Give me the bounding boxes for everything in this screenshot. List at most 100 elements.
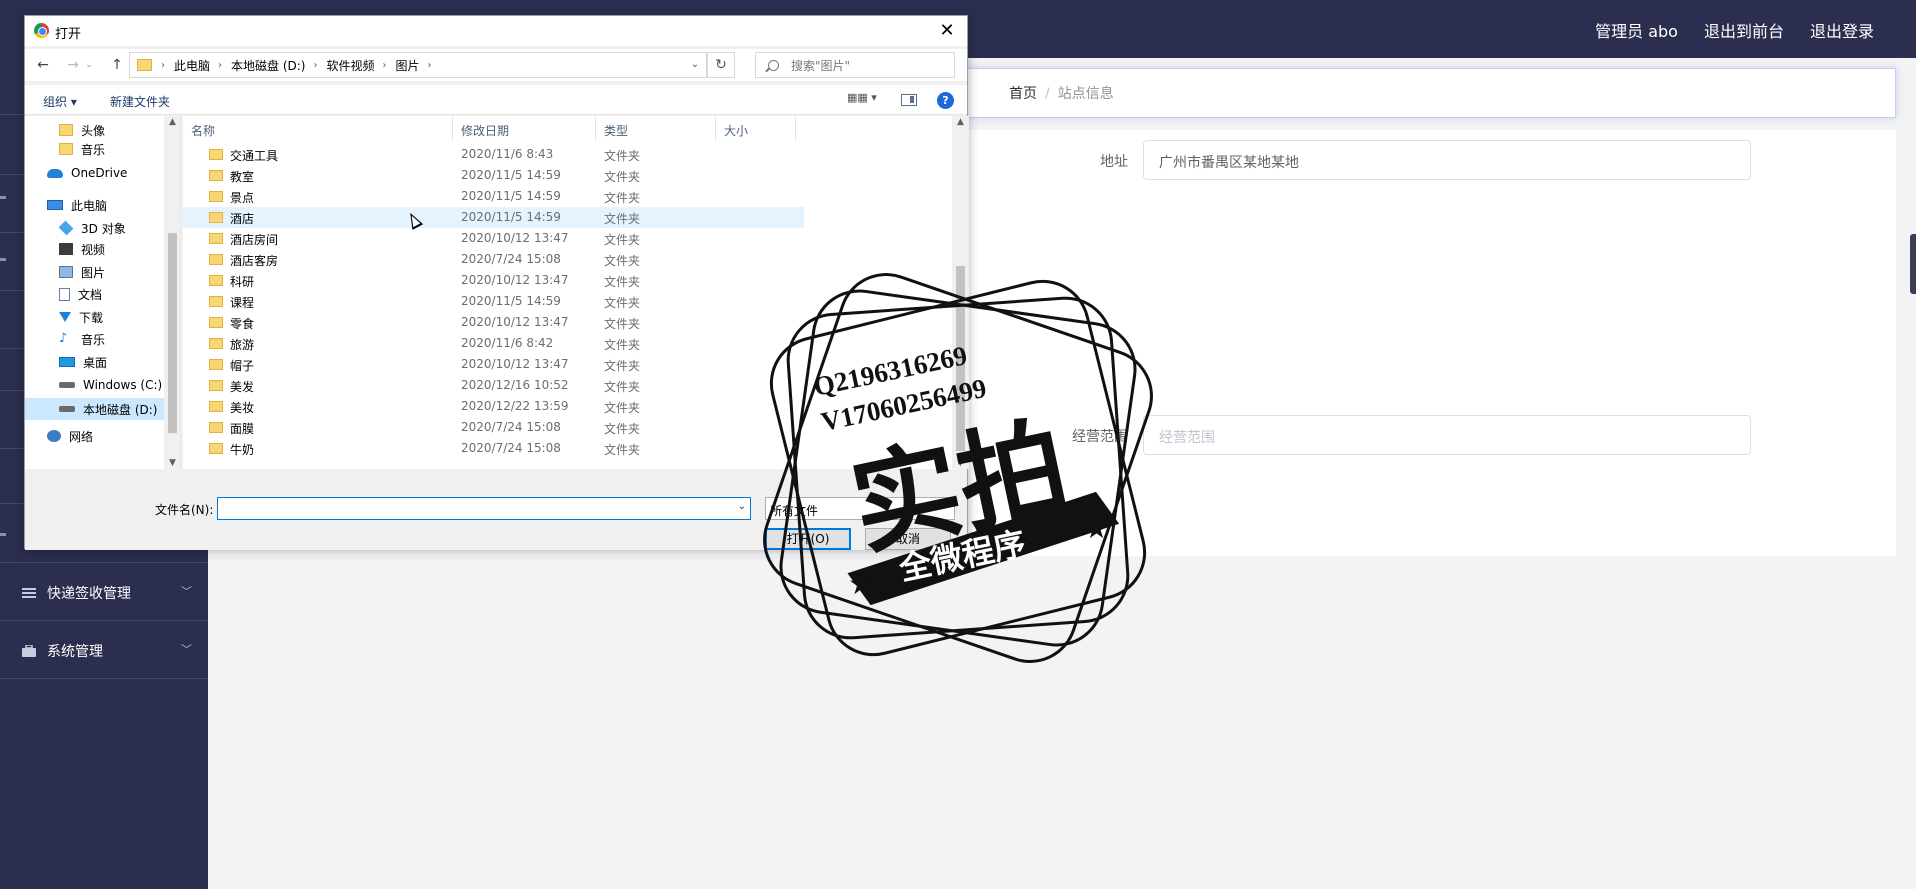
up-arrow-icon[interactable]: ↑ xyxy=(107,54,127,76)
nav-item-label: 桌面 xyxy=(83,355,108,370)
folder-icon xyxy=(59,124,73,136)
column-header-type[interactable]: 类型 xyxy=(596,116,716,141)
nav-item-label: 网络 xyxy=(69,429,94,444)
table-row[interactable]: 牛奶 2020/7/24 15:08 文件夹 xyxy=(183,438,804,459)
column-header-size[interactable]: 大小 xyxy=(716,116,796,141)
sidebar-item-nav[interactable]: 此电脑 xyxy=(25,194,165,216)
breadcrumb-home[interactable]: 首页 xyxy=(1009,86,1037,102)
sidebar-item-nav[interactable]: 网络 xyxy=(25,425,165,447)
scope-input[interactable]: 经营范围 xyxy=(1143,415,1751,455)
breadcrumb-separator: / xyxy=(1045,86,1050,102)
table-row[interactable]: 美妆 2020/12/22 13:59 文件夹 xyxy=(183,396,804,417)
sidebar-item-nav[interactable]: 文档 xyxy=(25,283,165,305)
open-button[interactable]: 打开(O) xyxy=(765,528,851,550)
path-segment[interactable]: 图片 xyxy=(396,57,420,74)
table-row[interactable]: 面膜 2020/7/24 15:08 文件夹 xyxy=(183,417,804,438)
sidebar-item-nav[interactable]: 本地磁盘 (D:) xyxy=(25,398,165,420)
sidebar-item-express-signing[interactable]: 快递签收管理 ﹀ xyxy=(22,581,192,605)
dialog-toolbar: 组织 ▾ 新建文件夹 ▦▦ ▾ ? xyxy=(25,85,967,115)
path-segment[interactable]: 软件视频 xyxy=(326,57,374,74)
file-name: 酒店 xyxy=(230,212,255,226)
sidebar-item-nav[interactable]: ♪ 音乐 xyxy=(25,328,165,350)
table-row[interactable]: 美发 2020/12/16 10:52 文件夹 xyxy=(183,375,804,396)
sidebar-divider xyxy=(0,678,208,679)
sidebar-collapsed-marker xyxy=(0,533,6,536)
sidebar-item-system[interactable]: 系统管理 ﹀ xyxy=(22,639,192,663)
table-row[interactable]: 酒店 2020/11/5 14:59 文件夹 xyxy=(183,207,804,228)
sidebar-item-nav[interactable]: 下载 xyxy=(25,306,165,328)
view-options-icon[interactable]: ▦▦ ▾ xyxy=(847,91,885,109)
nav-scrollbar[interactable]: ▲ ▼ xyxy=(164,116,180,469)
scroll-thumb[interactable] xyxy=(168,233,177,433)
table-row[interactable]: 酒店房间 2020/10/12 13:47 文件夹 xyxy=(183,228,804,249)
new-folder-button[interactable]: 新建文件夹 xyxy=(110,93,170,110)
file-type: 文件夹 xyxy=(604,170,641,184)
folder-icon xyxy=(209,233,223,244)
column-header-date[interactable]: 修改日期 xyxy=(453,116,596,141)
table-row[interactable]: 酒店客房 2020/7/24 15:08 文件夹 xyxy=(183,249,804,270)
scroll-up-icon[interactable]: ▲ xyxy=(164,117,180,127)
path-segment[interactable]: 本地磁盘 (D:) xyxy=(231,57,305,74)
sidebar-item-nav[interactable]: OneDrive xyxy=(25,162,165,184)
scroll-thumb[interactable] xyxy=(956,266,965,451)
chevron-down-icon[interactable]: ⌄ xyxy=(684,53,706,77)
scope-label: 经营范围 xyxy=(1072,429,1128,445)
folder-icon xyxy=(59,143,73,155)
drive-icon xyxy=(59,382,75,388)
sidebar-item-nav[interactable]: 视频 xyxy=(25,238,165,260)
admin-user-link[interactable]: 管理员 abo xyxy=(1595,18,1678,42)
chevron-down-icon[interactable]: ⌄ xyxy=(738,501,746,512)
file-date: 2020/7/24 15:08 xyxy=(461,441,561,455)
file-name: 美妆 xyxy=(230,401,255,415)
cancel-button[interactable]: 取消 xyxy=(865,528,951,550)
address-bar[interactable]: › 此电脑 › 本地磁盘 (D:) › 软件视频 › 图片 › ⌄ xyxy=(129,52,707,78)
sidebar-item-nav[interactable]: Windows (C:) xyxy=(25,374,165,396)
table-row[interactable]: 零食 2020/10/12 13:47 文件夹 xyxy=(183,312,804,333)
chevron-right-icon: › xyxy=(313,59,318,71)
cube-icon xyxy=(58,220,74,236)
column-header-name[interactable]: 名称 xyxy=(183,116,453,141)
table-row[interactable]: 景点 2020/11/5 14:59 文件夹 xyxy=(183,186,804,207)
address-input[interactable]: 广州市番禺区某地某地 xyxy=(1143,140,1751,180)
navigation-row: ← → ⌄ ↑ › 此电脑 › 本地磁盘 (D:) › 软件视频 › 图片 › … xyxy=(25,49,967,81)
filename-input[interactable]: ⌄ xyxy=(217,497,751,520)
preview-pane-icon[interactable] xyxy=(901,94,917,106)
folder-icon xyxy=(209,443,223,454)
sidebar-item-nav[interactable]: 桌面 xyxy=(25,351,165,373)
table-row[interactable]: 科研 2020/10/12 13:47 文件夹 xyxy=(183,270,804,291)
file-type: 文件夹 xyxy=(604,380,641,394)
back-arrow-icon[interactable]: ← xyxy=(33,54,53,76)
table-row[interactable]: 帽子 2020/10/12 13:47 文件夹 xyxy=(183,354,804,375)
back-to-frontend-link[interactable]: 退出到前台 xyxy=(1704,18,1784,42)
table-row[interactable]: 交通工具 2020/11/6 8:43 文件夹 xyxy=(183,144,804,165)
table-row[interactable]: 旅游 2020/11/6 8:42 文件夹 xyxy=(183,333,804,354)
file-type-select[interactable]: 所有文件 xyxy=(765,497,955,520)
address-label: 地址 xyxy=(1100,154,1128,170)
forward-arrow-icon[interactable]: → xyxy=(63,54,83,76)
help-icon[interactable]: ? xyxy=(937,92,954,109)
close-button[interactable]: ✕ xyxy=(927,16,967,46)
file-name: 旅游 xyxy=(230,338,255,352)
scroll-down-icon[interactable]: ▼ xyxy=(164,458,180,468)
nav-item-label: 文档 xyxy=(78,287,103,302)
sidebar-item-nav[interactable]: 音乐 xyxy=(25,138,165,160)
scroll-up-icon[interactable]: ▲ xyxy=(952,117,969,127)
scroll-down-icon[interactable]: ▼ xyxy=(952,458,969,468)
organize-button[interactable]: 组织 ▾ xyxy=(43,93,77,110)
table-row[interactable]: 教室 2020/11/5 14:59 文件夹 xyxy=(183,165,804,186)
logout-link[interactable]: 退出登录 xyxy=(1810,18,1874,42)
refresh-icon[interactable]: ↻ xyxy=(707,52,735,78)
folder-icon xyxy=(209,191,223,202)
floating-side-tab[interactable] xyxy=(1910,234,1916,294)
search-input[interactable]: 搜索"图片" xyxy=(755,52,955,78)
chevron-down-icon: ﹀ xyxy=(181,585,192,598)
sidebar-item-nav[interactable]: 3D 对象 xyxy=(25,217,165,239)
recent-dropdown-icon[interactable]: ⌄ xyxy=(83,54,95,76)
file-list-scrollbar[interactable]: ▲ ▼ xyxy=(952,116,969,469)
table-row[interactable]: 课程 2020/11/5 14:59 文件夹 xyxy=(183,291,804,312)
file-name: 牛奶 xyxy=(230,443,255,457)
path-segment[interactable]: 此电脑 xyxy=(174,57,210,74)
nav-item-label: 视频 xyxy=(81,242,106,257)
nav-item-label: Windows (C:) xyxy=(83,378,163,392)
sidebar-item-nav[interactable]: 图片 xyxy=(25,261,165,283)
